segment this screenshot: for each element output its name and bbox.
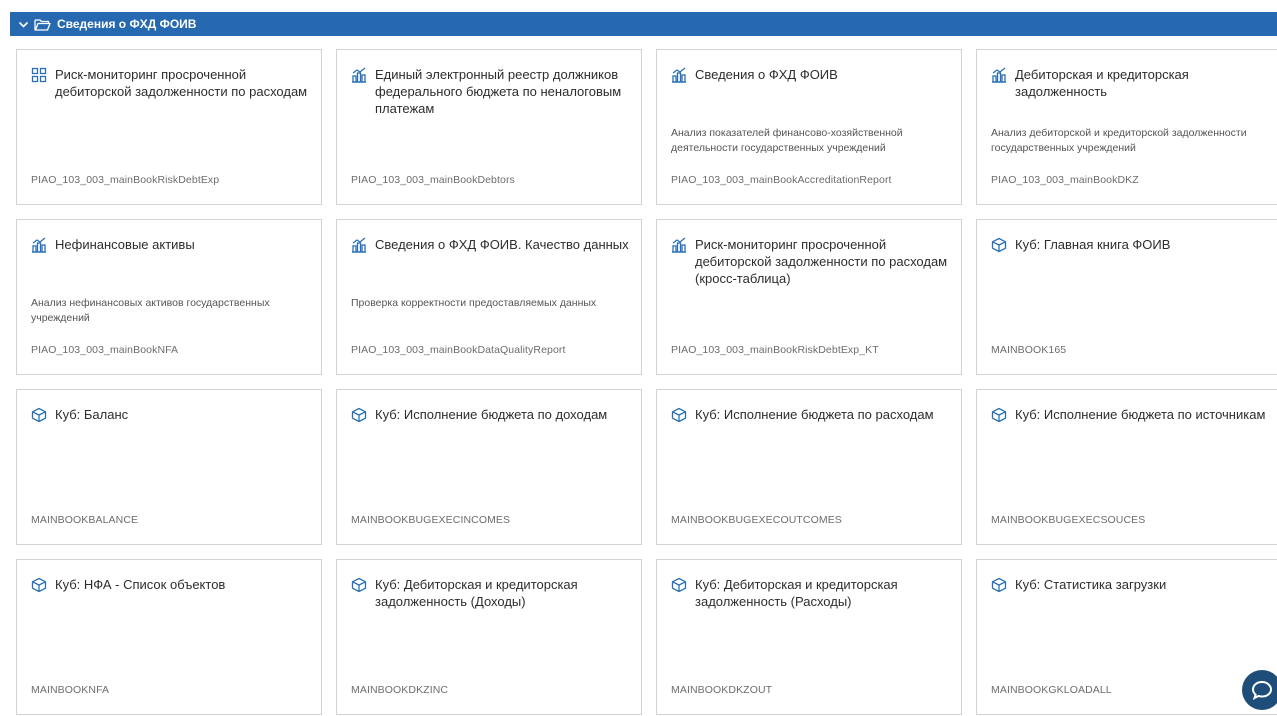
card-code: PIAO_103_003_mainBookAccreditationReport [671, 174, 892, 186]
card-code: MAINBOOKBUGEXECSOUCES [991, 514, 1146, 526]
card-code: MAINBOOK165 [991, 344, 1067, 356]
report-card[interactable]: Куб: Главная книга ФОИВ MAINBOOK165 [976, 219, 1277, 375]
card-code: PIAO_103_003_mainBookDKZ [991, 174, 1139, 186]
chat-button[interactable] [1242, 670, 1277, 710]
cube-icon [671, 407, 687, 423]
card-title: Сведения о ФХД ФОИВ [695, 67, 838, 82]
card-code: MAINBOOKBUGEXECINCOMES [351, 514, 511, 526]
report-card[interactable]: Дебиторская и кредиторская задолженность… [976, 49, 1277, 205]
cube-icon [671, 577, 687, 593]
folder-open-icon [34, 18, 51, 31]
card-code: MAINBOOKGKLOADALL [991, 684, 1112, 696]
report-card[interactable]: Сведения о ФХД ФОИВ. Качество данных Про… [336, 219, 642, 375]
cube-icon [991, 407, 1007, 423]
card-title: Единый электронный реестр должников феде… [375, 67, 622, 116]
card-title: Куб: Главная книга ФОИВ [1015, 237, 1171, 252]
report-card[interactable]: Куб: Баланс MAINBOOKBALANCE [16, 389, 322, 545]
card-title: Куб: НФА - Список объектов [55, 577, 226, 592]
card-title: Куб: Дебиторская и кредиторская задолжен… [695, 577, 898, 609]
cube-icon [991, 237, 1007, 253]
card-code: MAINBOOKDKZINC [351, 684, 449, 696]
report-card[interactable]: Риск-мониторинг просроченной дебиторской… [16, 49, 322, 205]
card-title: Куб: Исполнение бюджета по доходам [375, 407, 608, 422]
chart-icon [671, 237, 687, 253]
section-title: Сведения о ФХД ФОИВ [57, 17, 197, 31]
card-title: Дебиторская и кредиторская задолженность [1015, 67, 1189, 99]
cube-icon [31, 577, 47, 593]
card-code: PIAO_103_003_mainBookRiskDebtExp [31, 174, 220, 186]
card-description: Анализ дебиторской и кредиторской задолж… [991, 127, 1247, 154]
report-card[interactable]: Нефинансовые активы Анализ нефинансовых … [16, 219, 322, 375]
card-title: Куб: Баланс [55, 407, 129, 422]
card-title: Куб: Статистика загрузки [1015, 577, 1167, 592]
cube-icon [351, 407, 367, 423]
card-code: PIAO_103_003_mainBookDebtors [351, 174, 515, 186]
card-description: Проверка корректности предоставляемых да… [351, 297, 597, 309]
card-title: Риск-мониторинг просроченной дебиторской… [55, 67, 308, 99]
chart-icon [351, 237, 367, 253]
report-card[interactable]: Риск-мониторинг просроченной дебиторской… [656, 219, 962, 375]
report-card[interactable]: Куб: Дебиторская и кредиторская задолжен… [336, 559, 642, 715]
grid-icon [31, 67, 47, 83]
section-header[interactable]: Сведения о ФХД ФОИВ [10, 12, 1277, 36]
card-title: Нефинансовые активы [55, 237, 195, 252]
cube-icon [31, 407, 47, 423]
card-description: Анализ показателей финансово-хозяйственн… [671, 127, 903, 154]
card-title: Куб: Исполнение бюджета по источникам [1015, 407, 1266, 422]
card-code: PIAO_103_003_mainBookDataQualityReport [351, 344, 566, 356]
card-code: MAINBOOKBALANCE [31, 514, 139, 526]
card-title: Куб: Дебиторская и кредиторская задолжен… [375, 577, 578, 609]
cube-icon [991, 577, 1007, 593]
report-card[interactable]: Куб: Дебиторская и кредиторская задолжен… [656, 559, 962, 715]
card-code: MAINBOOKBUGEXECOUTCOMES [671, 514, 842, 526]
card-title: Риск-мониторинг просроченной дебиторской… [695, 237, 948, 286]
report-card[interactable]: Куб: Статистика загрузки MAINBOOKGKLOADA… [976, 559, 1277, 715]
report-card[interactable]: Сведения о ФХД ФОИВ Анализ показателей ф… [656, 49, 962, 205]
card-code: PIAO_103_003_mainBookRiskDebtExp_KT [671, 344, 879, 356]
chevron-down-icon[interactable] [18, 19, 30, 30]
chart-icon [991, 67, 1007, 83]
card-code: PIAO_103_003_mainBookNFA [31, 344, 179, 356]
chart-icon [351, 67, 367, 83]
chart-icon [31, 237, 47, 253]
report-card[interactable]: Куб: Исполнение бюджета по источникам MA… [976, 389, 1277, 545]
report-card[interactable]: Куб: Исполнение бюджета по расходам MAIN… [656, 389, 962, 545]
report-card[interactable]: Куб: НФА - Список объектов MAINBOOKNFA [16, 559, 322, 715]
chart-icon [671, 67, 687, 83]
card-code: MAINBOOKNFA [31, 684, 110, 696]
report-card[interactable]: Куб: Исполнение бюджета по доходам MAINB… [336, 389, 642, 545]
card-description: Анализ нефинансовых активов государствен… [31, 297, 270, 324]
cube-icon [351, 577, 367, 593]
card-title: Куб: Исполнение бюджета по расходам [695, 407, 934, 422]
report-card[interactable]: Единый электронный реестр должников феде… [336, 49, 642, 205]
card-code: MAINBOOKDKZOUT [671, 684, 773, 696]
card-title: Сведения о ФХД ФОИВ. Качество данных [375, 237, 629, 252]
chat-icon [1251, 680, 1273, 700]
